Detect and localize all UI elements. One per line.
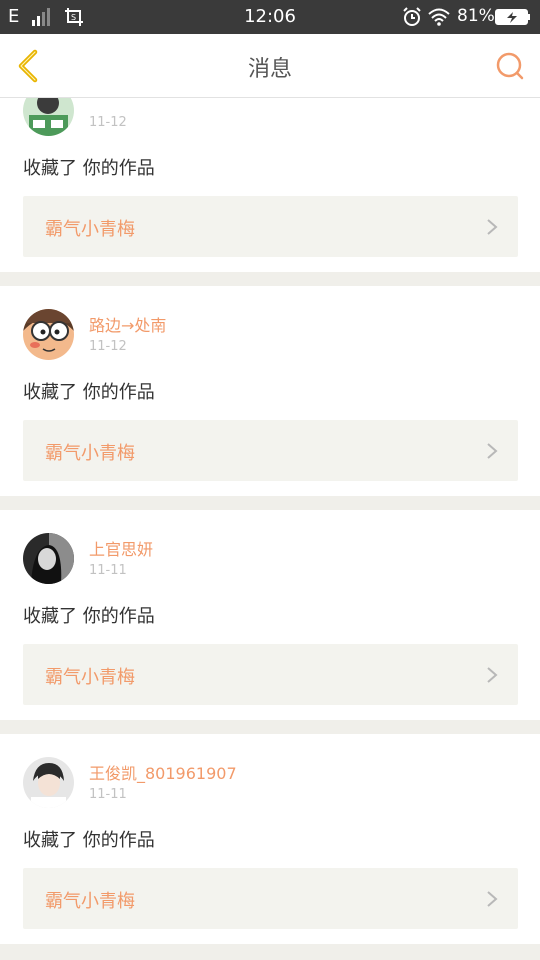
username[interactable]: 路边→处南 (89, 312, 166, 336)
avatar-icon (23, 757, 74, 808)
chevron-right-icon (487, 667, 498, 683)
work-link[interactable]: 霸气小青梅 (23, 420, 518, 481)
message-date: 11-12 (89, 115, 127, 130)
work-title: 霸气小青梅 (45, 667, 135, 688)
username[interactable]: 王俊凯_801961907 (89, 760, 237, 784)
avatar[interactable] (23, 98, 74, 136)
chevron-right-icon (487, 891, 498, 907)
search-icon (496, 52, 524, 80)
chevron-right-icon (487, 443, 498, 459)
battery-charging-icon (495, 9, 530, 25)
battery-percent: 81% (457, 6, 495, 26)
action-text: 收藏了 你的作品 (23, 158, 155, 179)
status-bar: E S 12:06 81% (0, 0, 540, 34)
action-text: 收藏了 你的作品 (23, 382, 155, 403)
message-date: 11-12 (89, 339, 127, 354)
alarm-icon (403, 7, 421, 26)
message-card: 王俊凯_801961907 11-11 收藏了 你的作品 霸气小青梅 (0, 734, 540, 944)
username[interactable]: 上官思妍 (89, 536, 153, 560)
action-text: 收藏了 你的作品 (23, 830, 155, 851)
search-button[interactable] (494, 50, 526, 82)
work-title: 霸气小青梅 (45, 891, 135, 912)
work-title: 霸气小青梅 (45, 219, 135, 240)
work-link[interactable]: 霸气小青梅 (23, 644, 518, 705)
message-date: 11-11 (89, 563, 127, 578)
avatar-icon (23, 533, 74, 584)
action-text: 收藏了 你的作品 (23, 606, 155, 627)
message-card: 11-12 收藏了 你的作品 霸气小青梅 (0, 98, 540, 272)
message-card: 路边→处南 11-12 收藏了 你的作品 霸气小青梅 (0, 286, 540, 496)
avatar-icon (23, 309, 74, 360)
work-title: 霸气小青梅 (45, 443, 135, 464)
avatar[interactable] (23, 757, 74, 808)
message-card: 上官思妍 11-11 收藏了 你的作品 霸气小青梅 (0, 510, 540, 720)
page-title: 消息 (247, 57, 292, 82)
nav-bar: 消息 (0, 34, 540, 98)
avatar[interactable] (23, 533, 74, 584)
chevron-right-icon (487, 219, 498, 235)
screen: E S 12:06 81% 消息 11-12 收藏了 你的作品 霸气小青梅 路边… (0, 0, 540, 960)
work-link[interactable]: 霸气小青梅 (23, 196, 518, 257)
avatar[interactable] (23, 309, 74, 360)
message-date: 11-11 (89, 787, 127, 802)
message-list[interactable]: 11-12 收藏了 你的作品 霸气小青梅 路边→处南 11-12 收藏了 你的作… (0, 98, 540, 960)
avatar-icon (23, 98, 74, 136)
work-link[interactable]: 霸气小青梅 (23, 868, 518, 929)
wifi-icon (428, 8, 450, 26)
